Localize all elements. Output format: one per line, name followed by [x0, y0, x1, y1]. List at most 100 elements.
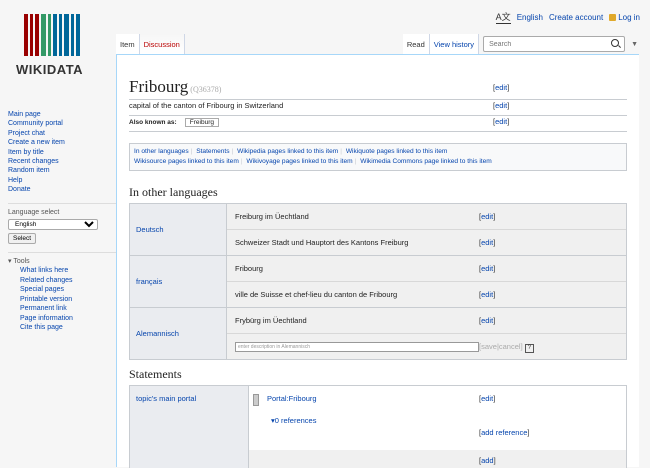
create-account-link[interactable]: Create account [549, 13, 603, 22]
sidebar-item-random-item[interactable]: Random item [8, 166, 116, 175]
toc-link-wikipedia[interactable]: Wikipedia pages linked to this item [237, 148, 338, 155]
logo-bar [76, 14, 80, 56]
tab-view-history[interactable]: View history [429, 34, 480, 54]
sidebar-item-community-portal[interactable]: Community portal [8, 119, 116, 128]
logo-bar [59, 14, 62, 56]
tool-permanent-link[interactable]: Permanent link [8, 304, 116, 313]
sidebar-item-item-by-title[interactable]: Item by title [8, 148, 116, 157]
description-input[interactable]: enter description in Alemannisch [235, 342, 479, 352]
edit-link[interactable]: edit [481, 238, 493, 247]
language-label-row: Freiburg im Üechtland [edit] [227, 204, 626, 230]
chevron-down-icon[interactable]: ▼ [631, 41, 638, 48]
tool-special-pages[interactable]: Special pages [8, 285, 116, 294]
sidebar-item-recent-changes[interactable]: Recent changes [8, 157, 116, 166]
language-description-edit: [edit] [479, 290, 496, 299]
search-box[interactable] [483, 36, 626, 52]
help-icon[interactable]: ? [524, 344, 534, 353]
language-description-row: enter description in Alemannisch [save|c… [227, 334, 626, 359]
search-icon[interactable] [611, 39, 620, 47]
edit-label-link[interactable]: edit [495, 83, 507, 92]
tool-related-changes[interactable]: Related changes [8, 276, 116, 285]
tool-page-information[interactable]: Page information [8, 314, 116, 323]
description-edit: [edit] [493, 101, 510, 110]
edit-link[interactable]: edit [481, 264, 493, 273]
edit-link[interactable]: edit [481, 212, 493, 221]
toc-links-box: In other languages | Statements | Wikipedi… [129, 143, 627, 171]
statement-group: topic's main portal Portal:Fribourg [edi… [129, 385, 627, 468]
cancel-button[interactable]: cancel [499, 342, 521, 351]
tool-cite-this-page[interactable]: Cite this page [8, 323, 116, 332]
language-name[interactable]: Alemannisch [130, 308, 227, 359]
toc-link-wikiquote[interactable]: Wikiquote pages linked to this item [346, 148, 448, 155]
language-name[interactable]: français [130, 256, 227, 307]
property-link[interactable]: topic's main portal [136, 394, 196, 403]
user-icon [609, 13, 617, 21]
add-reference-link[interactable]: add reference [481, 428, 527, 437]
sidebar-item-help[interactable]: Help [8, 176, 116, 185]
edit-aliases-link[interactable]: edit [495, 117, 507, 126]
rank-icon[interactable] [253, 394, 259, 406]
sidebar-item-create-item[interactable]: Create a new item [8, 138, 116, 147]
search-input[interactable] [487, 37, 602, 51]
toc-link-commons[interactable]: Wikimedia Commons page linked to this it… [360, 158, 492, 165]
language-label: Frybürg im Üechtland [235, 316, 307, 325]
language-label-edit: [edit] [479, 212, 496, 221]
language-select-title: Language select [8, 202, 116, 217]
statement-claim: Portal:Fribourg [edit] ▾0 references [ad… [249, 386, 626, 446]
wikidata-logo[interactable]: WIKIDATA [14, 14, 114, 94]
logo-bar [71, 14, 74, 56]
select-button[interactable]: Select [8, 233, 37, 245]
references-toggle[interactable]: ▾0 references [271, 416, 316, 425]
tools-title[interactable]: ▾ Tools [8, 252, 116, 266]
statement-property: topic's main portal [130, 386, 249, 468]
logo-bar [48, 14, 51, 56]
language-name[interactable]: Deutsch [130, 204, 227, 255]
tab-read[interactable]: Read [402, 34, 430, 54]
toc-link-wikivoyage[interactable]: Wikivoyage pages linked to this item [246, 158, 352, 165]
toc-link-statements[interactable]: Statements [196, 148, 229, 155]
edit-link[interactable]: edit [481, 316, 493, 325]
tool-printable-version[interactable]: Printable version [8, 295, 116, 304]
language-description-row: Schweizer Stadt und Hauptort des Kantons… [227, 230, 626, 255]
item-description: capital of the canton of Fribourg in Swi… [129, 101, 284, 110]
tool-what-links-here[interactable]: What links here [8, 266, 116, 275]
logo-wordmark: WIKIDATA [16, 62, 84, 77]
statements-heading: Statements [129, 367, 182, 381]
logo-bar [24, 14, 28, 56]
alias-tag: Freiburg [184, 118, 219, 127]
tab-item[interactable]: Item [116, 34, 140, 54]
sidebar-item-donate[interactable]: Donate [8, 185, 116, 194]
add-statement-control: [add] [479, 456, 496, 465]
edit-statement-link[interactable]: edit [481, 394, 493, 403]
edit-description-link[interactable]: edit [495, 101, 507, 110]
add-statement-link[interactable]: add [481, 456, 494, 465]
languages-heading: In other languages [129, 185, 218, 199]
logo-bar [30, 14, 33, 56]
toc-link-other-languages[interactable]: In other languages [134, 148, 189, 155]
label-edit: [edit] [493, 83, 510, 92]
sidebar-item-project-chat[interactable]: Project chat [8, 129, 116, 138]
language-link[interactable]: English [517, 13, 543, 22]
save-button[interactable]: save [481, 342, 497, 351]
statement-value[interactable]: Portal:Fribourg [267, 394, 317, 403]
language-group-deutsch: Deutsch Freiburg im Üechtland [edit] Schw… [130, 204, 626, 256]
edit-link[interactable]: edit [481, 290, 493, 299]
references-count: 0 references [274, 416, 317, 425]
personal-toolbar: A文 English Create account Log in [495, 10, 640, 24]
save-cancel-controls: [save|cancel] ? [479, 342, 534, 353]
add-statement-row: [add] [249, 450, 626, 468]
language-label-edit: [edit] [479, 316, 496, 325]
language-label-row: Fribourg [edit] [227, 256, 626, 282]
languages-table: Deutsch Freiburg im Üechtland [edit] Schw… [129, 203, 627, 360]
language-description: ville de Suisse et chef-lieu du canton d… [235, 290, 398, 299]
statement-edit: [edit] [479, 394, 496, 403]
language-group-alemannisch: Alemannisch Frybürg im Üechtland [edit] e… [130, 308, 626, 359]
toc-link-wikisource[interactable]: Wikisource pages linked to this item [134, 158, 239, 165]
sidebar-item-main-page[interactable]: Main page [8, 110, 116, 119]
language-select[interactable]: English [8, 219, 98, 231]
aliases-edit: [edit] [493, 117, 510, 126]
tab-discussion[interactable]: Discussion [139, 34, 185, 54]
language-icon[interactable]: A文 [495, 10, 511, 24]
login-link[interactable]: Log in [618, 13, 640, 22]
language-group-francais: français Fribourg [edit] ville de Suisse … [130, 256, 626, 308]
